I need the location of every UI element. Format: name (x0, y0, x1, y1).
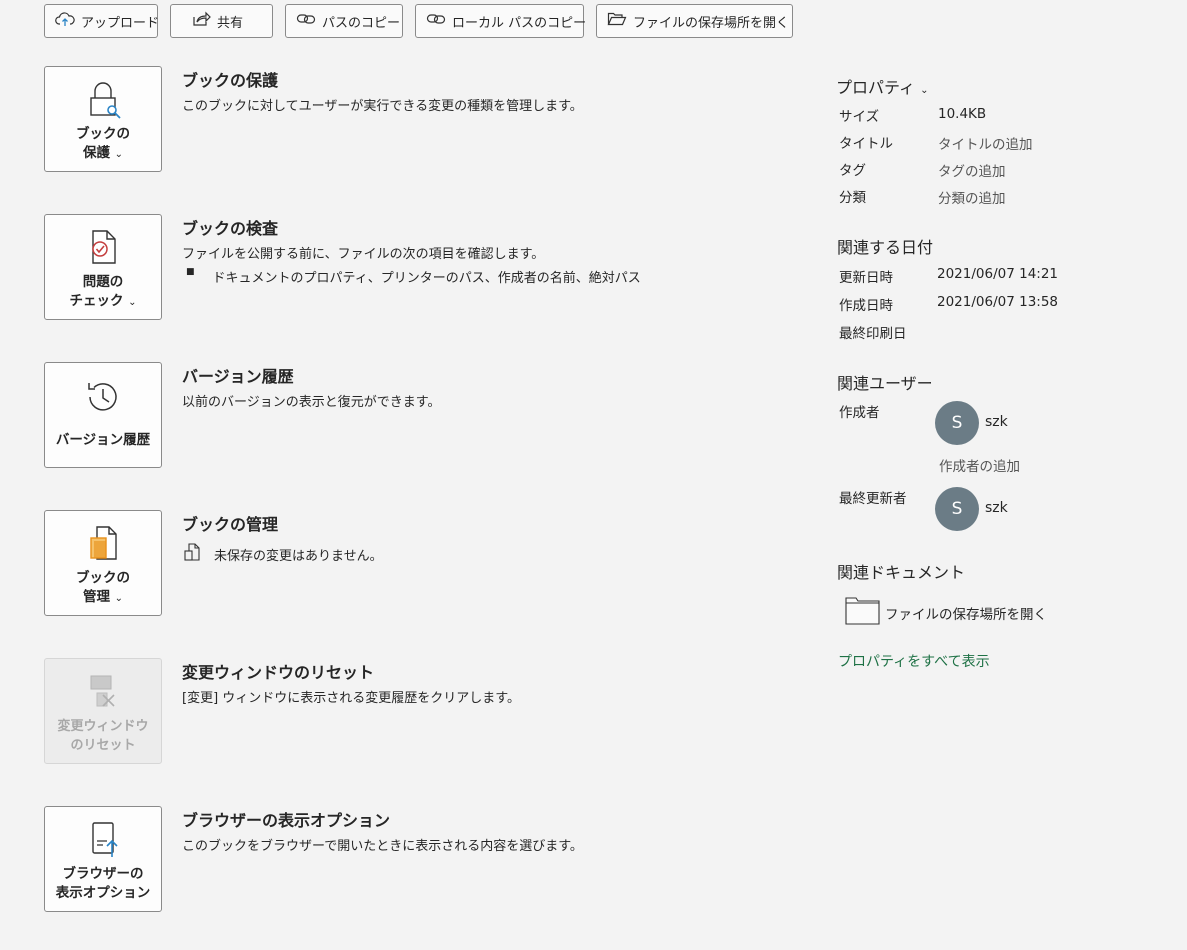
browser-view-section: ブラウザーの 表示オプション ブラウザーの表示オプション このブックをブラウザー… (44, 806, 784, 912)
folder-icon (845, 596, 881, 630)
inspect-workbook-title: ブックの検査 (182, 219, 279, 238)
manage-status-text: 未保存の変更はありません。 (214, 548, 383, 564)
manage-workbook-title: ブックの管理 (182, 515, 279, 534)
tag-key: タグ (839, 163, 866, 179)
show-all-properties-link[interactable]: プロパティをすべて表示 (838, 651, 990, 671)
reset-changes-button[interactable]: 変更ウィンドウ のリセット (44, 658, 162, 764)
related-dates-header: 関連する日付 (837, 238, 934, 257)
share-label: 共有 (217, 15, 244, 31)
title-key: タイトル (839, 136, 893, 152)
check-for-issues-button[interactable]: 問題の チェック ⌄ (44, 214, 162, 320)
history-icon (81, 375, 125, 419)
protect-workbook-desc: このブックに対してユーザーが実行できる変更の種類を管理します。 (182, 99, 583, 114)
reset-changes-desc: [変更] ウィンドウに表示される変更履歴をクリアします。 (182, 691, 520, 706)
tag-field[interactable]: タグの追加 (938, 160, 1006, 180)
copy-path-label: パスのコピー (322, 15, 401, 31)
reset-changes-label: 変更ウィンドウ のリセット (57, 719, 149, 753)
version-history-section: バージョン履歴 バージョン履歴 以前のバージョンの表示と復元ができます。 (44, 362, 784, 468)
author-key: 作成者 (839, 405, 880, 421)
author-avatar[interactable]: S (935, 401, 979, 445)
browser-view-desc: このブックをブラウザーで開いたときに表示される内容を選びます。 (182, 839, 583, 854)
bullet-icon: ■ (186, 267, 195, 277)
protect-workbook-section: ブックの 保護 ⌄ ブックの保護 このブックに対してユーザーが実行できる変更の種… (44, 66, 784, 172)
manage-workbook-section: ブックの 管理 ⌄ ブックの管理 未保存の変更はありません。 (44, 510, 784, 616)
manage-documents-icon (81, 521, 125, 565)
inspect-workbook-desc: ファイルを公開する前に、ファイルの次の項目を確認します。 (182, 247, 545, 262)
related-people-header: 関連ユーザー (837, 374, 933, 393)
properties-header: プロパティ (836, 78, 916, 97)
documents-icon (182, 542, 202, 566)
chevron-down-icon: ⌄ (114, 149, 124, 160)
category-key: 分類 (839, 190, 866, 206)
chevron-down-icon: ⌄ (128, 297, 137, 308)
manage-workbook-button[interactable]: ブックの 管理 ⌄ (44, 510, 162, 616)
check-for-issues-label: 問題の チェック (69, 274, 124, 309)
share-button[interactable]: 共有 (170, 4, 273, 38)
version-history-desc: 以前のバージョンの表示と復元ができます。 (182, 395, 441, 410)
modified-value: 2021/06/07 14:21 (937, 266, 1059, 282)
open-file-location-button[interactable]: ファイルの保存場所を開く (596, 4, 793, 38)
size-value: 10.4KB (938, 106, 987, 122)
created-value: 2021/06/07 13:58 (937, 294, 1059, 310)
open-file-location-text: ファイルの保存場所を開く (885, 607, 1047, 623)
last-printed-key: 最終印刷日 (839, 326, 907, 342)
folder-open-icon (607, 11, 627, 31)
manage-status-row: 未保存の変更はありません。 (182, 542, 383, 566)
copy-path-button[interactable]: パスのコピー (285, 4, 403, 38)
author-name[interactable]: szk (985, 414, 1008, 430)
last-modified-by-key: 最終更新者 (839, 491, 907, 507)
size-key: サイズ (839, 109, 880, 125)
info-page: アップロード 共有 パスのコピー ローカル パスのコピー ファイルの保存場所を開… (0, 0, 1187, 950)
browser-view-icon (81, 817, 125, 861)
browser-view-options-button[interactable]: ブラウザーの 表示オプション (44, 806, 162, 912)
protect-workbook-title: ブックの保護 (182, 71, 279, 90)
lock-icon (81, 77, 125, 121)
upload-label: アップロード (81, 15, 160, 31)
title-field[interactable]: タイトルの追加 (938, 133, 1033, 153)
modifier-name[interactable]: szk (985, 500, 1008, 516)
copy-local-path-label: ローカル パスのコピー (452, 15, 587, 31)
chevron-down-icon: ⌄ (920, 85, 929, 96)
version-history-title: バージョン履歴 (182, 367, 294, 386)
copy-local-path-button[interactable]: ローカル パスのコピー (415, 4, 587, 38)
browser-view-title: ブラウザーの表示オプション (182, 811, 391, 830)
share-icon (191, 11, 211, 31)
category-field[interactable]: 分類の追加 (938, 187, 1006, 207)
protect-workbook-button[interactable]: ブックの 保護 ⌄ (44, 66, 162, 172)
browser-view-options-label: ブラウザーの 表示オプション (55, 866, 151, 901)
inspect-bullet-item: ■ ドキュメントのプロパティ、プリンターのパス、作成者の名前、絶対パス (186, 267, 641, 286)
version-history-label: バージョン履歴 (55, 432, 151, 448)
link-icon (426, 11, 446, 31)
modifier-avatar[interactable]: S (935, 487, 979, 531)
reset-changes-title: 変更ウィンドウのリセット (182, 663, 375, 682)
inspect-workbook-section: 問題の チェック ⌄ ブックの検査 ファイルを公開する前に、ファイルの次の項目を… (44, 214, 784, 320)
document-check-icon (81, 225, 125, 269)
open-file-location-label: ファイルの保存場所を開く (633, 15, 790, 31)
modified-key: 更新日時 (839, 270, 893, 286)
open-file-location-link[interactable]: ファイルの保存場所を開く (845, 596, 1047, 630)
chevron-down-icon: ⌄ (114, 593, 124, 604)
link-icon (296, 11, 316, 31)
related-documents-header: 関連ドキュメント (837, 563, 966, 582)
created-key: 作成日時 (839, 298, 893, 314)
cloud-upload-icon (55, 11, 75, 31)
properties-dropdown[interactable]: プロパティ ⌄ (836, 74, 929, 98)
upload-button[interactable]: アップロード (44, 4, 160, 38)
version-history-button[interactable]: バージョン履歴 (44, 362, 162, 468)
add-author-field[interactable]: 作成者の追加 (939, 455, 1020, 475)
inspect-bullet-text: ドキュメントのプロパティ、プリンターのパス、作成者の名前、絶対パス (212, 271, 641, 286)
reset-changes-icon (81, 669, 125, 713)
reset-changes-section: 変更ウィンドウ のリセット 変更ウィンドウのリセット [変更] ウィンドウに表示… (44, 658, 784, 764)
